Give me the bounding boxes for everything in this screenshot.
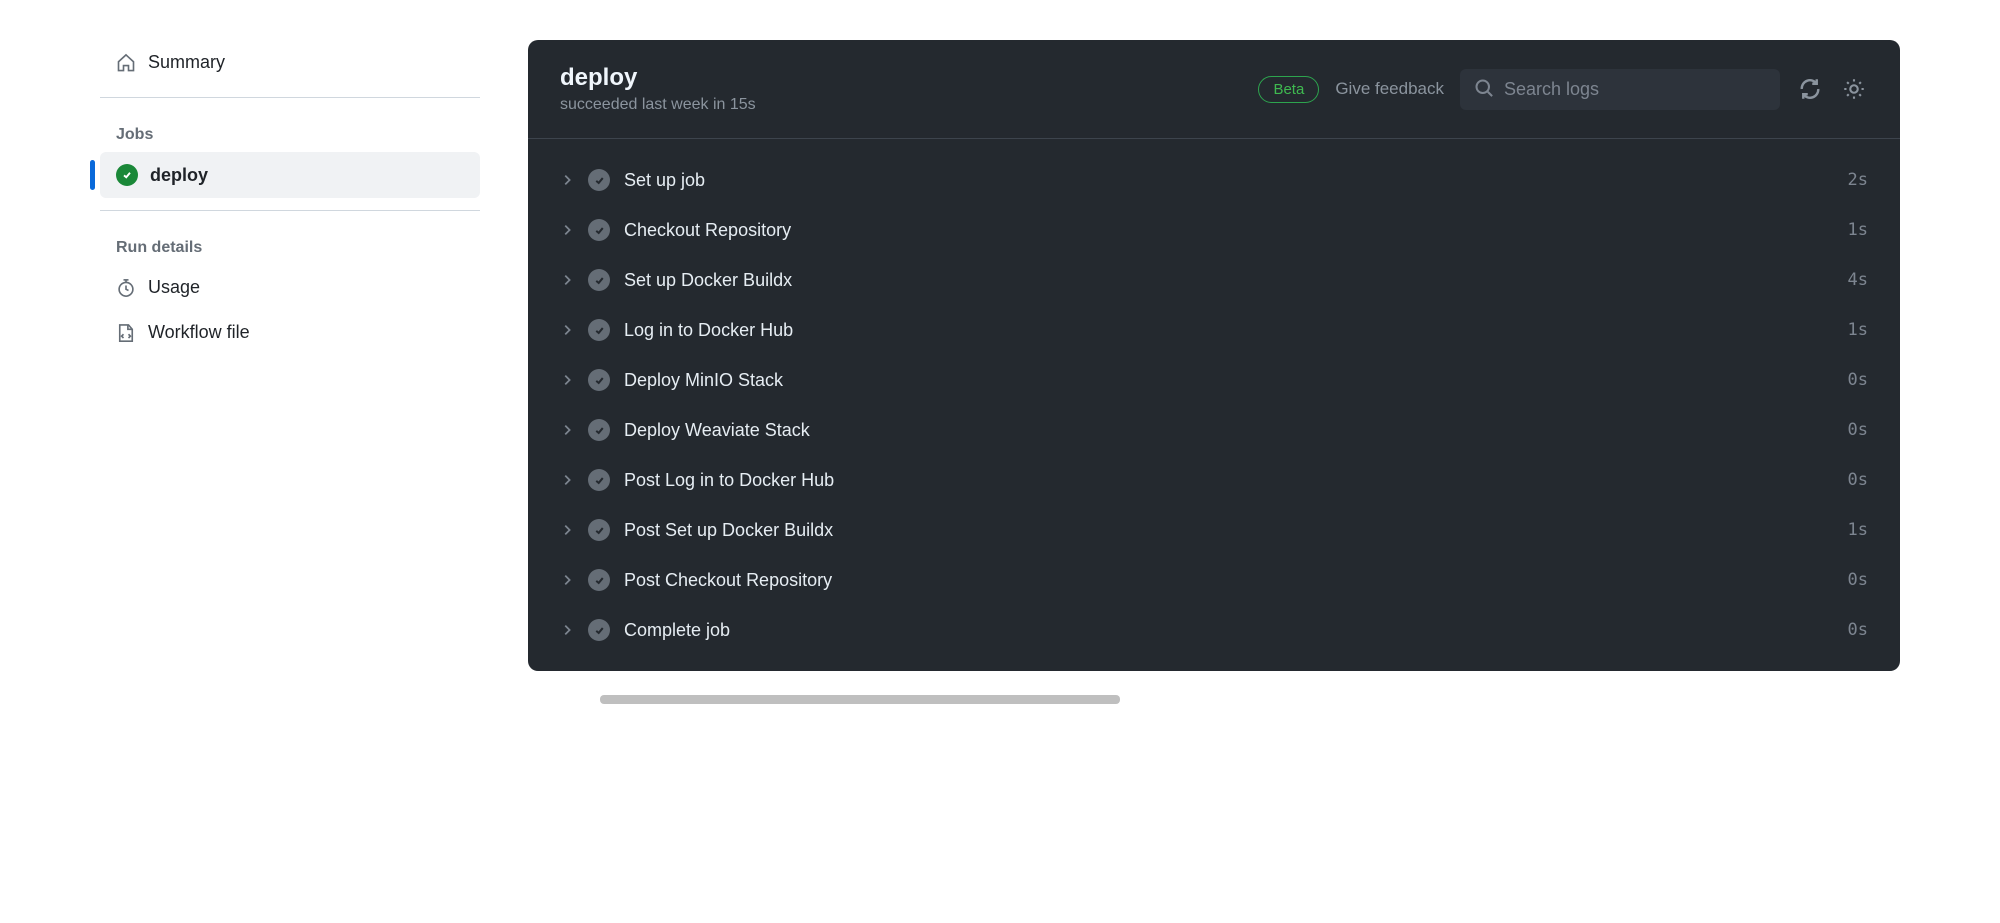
home-icon	[116, 53, 136, 73]
step-duration: 0s	[1848, 370, 1868, 390]
step-row[interactable]: Complete job 0s	[528, 605, 1900, 655]
step-duration: 1s	[1848, 320, 1868, 340]
step-name: Complete job	[624, 620, 1834, 641]
stopwatch-icon	[116, 278, 136, 298]
horizontal-scrollbar[interactable]	[0, 695, 2000, 704]
step-row[interactable]: Set up Docker Buildx 4s	[528, 255, 1900, 305]
chevron-right-icon	[560, 623, 574, 637]
step-success-icon	[588, 569, 610, 591]
chevron-right-icon	[560, 273, 574, 287]
step-row[interactable]: Deploy Weaviate Stack 0s	[528, 405, 1900, 455]
step-name: Deploy Weaviate Stack	[624, 420, 1834, 441]
step-name: Set up job	[624, 170, 1834, 191]
step-duration: 0s	[1848, 570, 1868, 590]
sidebar-workflow-file-label: Workflow file	[148, 322, 250, 343]
step-row[interactable]: Deploy MinIO Stack 0s	[528, 355, 1900, 405]
step-name: Checkout Repository	[624, 220, 1834, 241]
jobs-section-label: Jobs	[100, 110, 480, 152]
step-success-icon	[588, 469, 610, 491]
step-duration: 2s	[1848, 170, 1868, 190]
job-label: deploy	[150, 165, 208, 186]
steps-list: Set up job 2s Checkout Repository 1s Set…	[528, 139, 1900, 671]
file-icon	[116, 323, 136, 343]
sidebar-summary-label: Summary	[148, 52, 225, 73]
chevron-right-icon	[560, 573, 574, 587]
step-row[interactable]: Log in to Docker Hub 1s	[528, 305, 1900, 355]
step-name: Post Log in to Docker Hub	[624, 470, 1834, 491]
divider	[100, 210, 480, 211]
sidebar: Summary Jobs deploy Run details Usage	[100, 40, 480, 671]
sidebar-job-item[interactable]: deploy	[100, 152, 480, 198]
search-wrapper	[1460, 69, 1780, 110]
give-feedback-link[interactable]: Give feedback	[1335, 79, 1444, 99]
chevron-right-icon	[560, 323, 574, 337]
job-log-panel: deploy succeeded last week in 15s Beta G…	[528, 40, 1900, 671]
step-name: Post Set up Docker Buildx	[624, 520, 1834, 541]
refresh-button[interactable]	[1796, 75, 1824, 103]
success-check-icon	[116, 164, 138, 186]
divider	[100, 97, 480, 98]
step-duration: 4s	[1848, 270, 1868, 290]
step-duration: 1s	[1848, 220, 1868, 240]
chevron-right-icon	[560, 523, 574, 537]
step-success-icon	[588, 219, 610, 241]
settings-button[interactable]	[1840, 75, 1868, 103]
step-success-icon	[588, 269, 610, 291]
job-title-block: deploy succeeded last week in 15s	[560, 64, 756, 114]
chevron-right-icon	[560, 423, 574, 437]
step-name: Post Checkout Repository	[624, 570, 1834, 591]
step-name: Set up Docker Buildx	[624, 270, 1834, 291]
sidebar-item-summary[interactable]: Summary	[100, 40, 480, 85]
step-name: Deploy MinIO Stack	[624, 370, 1834, 391]
sidebar-item-usage[interactable]: Usage	[100, 265, 480, 310]
step-success-icon	[588, 619, 610, 641]
step-success-icon	[588, 369, 610, 391]
step-row[interactable]: Post Checkout Repository 0s	[528, 555, 1900, 605]
step-success-icon	[588, 519, 610, 541]
step-row[interactable]: Post Set up Docker Buildx 1s	[528, 505, 1900, 555]
beta-badge: Beta	[1258, 76, 1319, 103]
sidebar-usage-label: Usage	[148, 277, 200, 298]
step-name: Log in to Docker Hub	[624, 320, 1834, 341]
run-details-section-label: Run details	[100, 223, 480, 265]
panel-header: deploy succeeded last week in 15s Beta G…	[528, 40, 1900, 139]
step-row[interactable]: Post Log in to Docker Hub 0s	[528, 455, 1900, 505]
step-duration: 0s	[1848, 620, 1868, 640]
step-success-icon	[588, 169, 610, 191]
step-row[interactable]: Set up job 2s	[528, 155, 1900, 205]
job-title: deploy	[560, 64, 756, 92]
chevron-right-icon	[560, 473, 574, 487]
step-duration: 1s	[1848, 520, 1868, 540]
step-duration: 0s	[1848, 470, 1868, 490]
step-success-icon	[588, 419, 610, 441]
step-success-icon	[588, 319, 610, 341]
job-status-text: succeeded last week in 15s	[560, 96, 756, 114]
chevron-right-icon	[560, 173, 574, 187]
chevron-right-icon	[560, 373, 574, 387]
step-duration: 0s	[1848, 420, 1868, 440]
chevron-right-icon	[560, 223, 574, 237]
search-logs-input[interactable]	[1460, 69, 1780, 110]
step-row[interactable]: Checkout Repository 1s	[528, 205, 1900, 255]
sidebar-item-workflow-file[interactable]: Workflow file	[100, 310, 480, 355]
